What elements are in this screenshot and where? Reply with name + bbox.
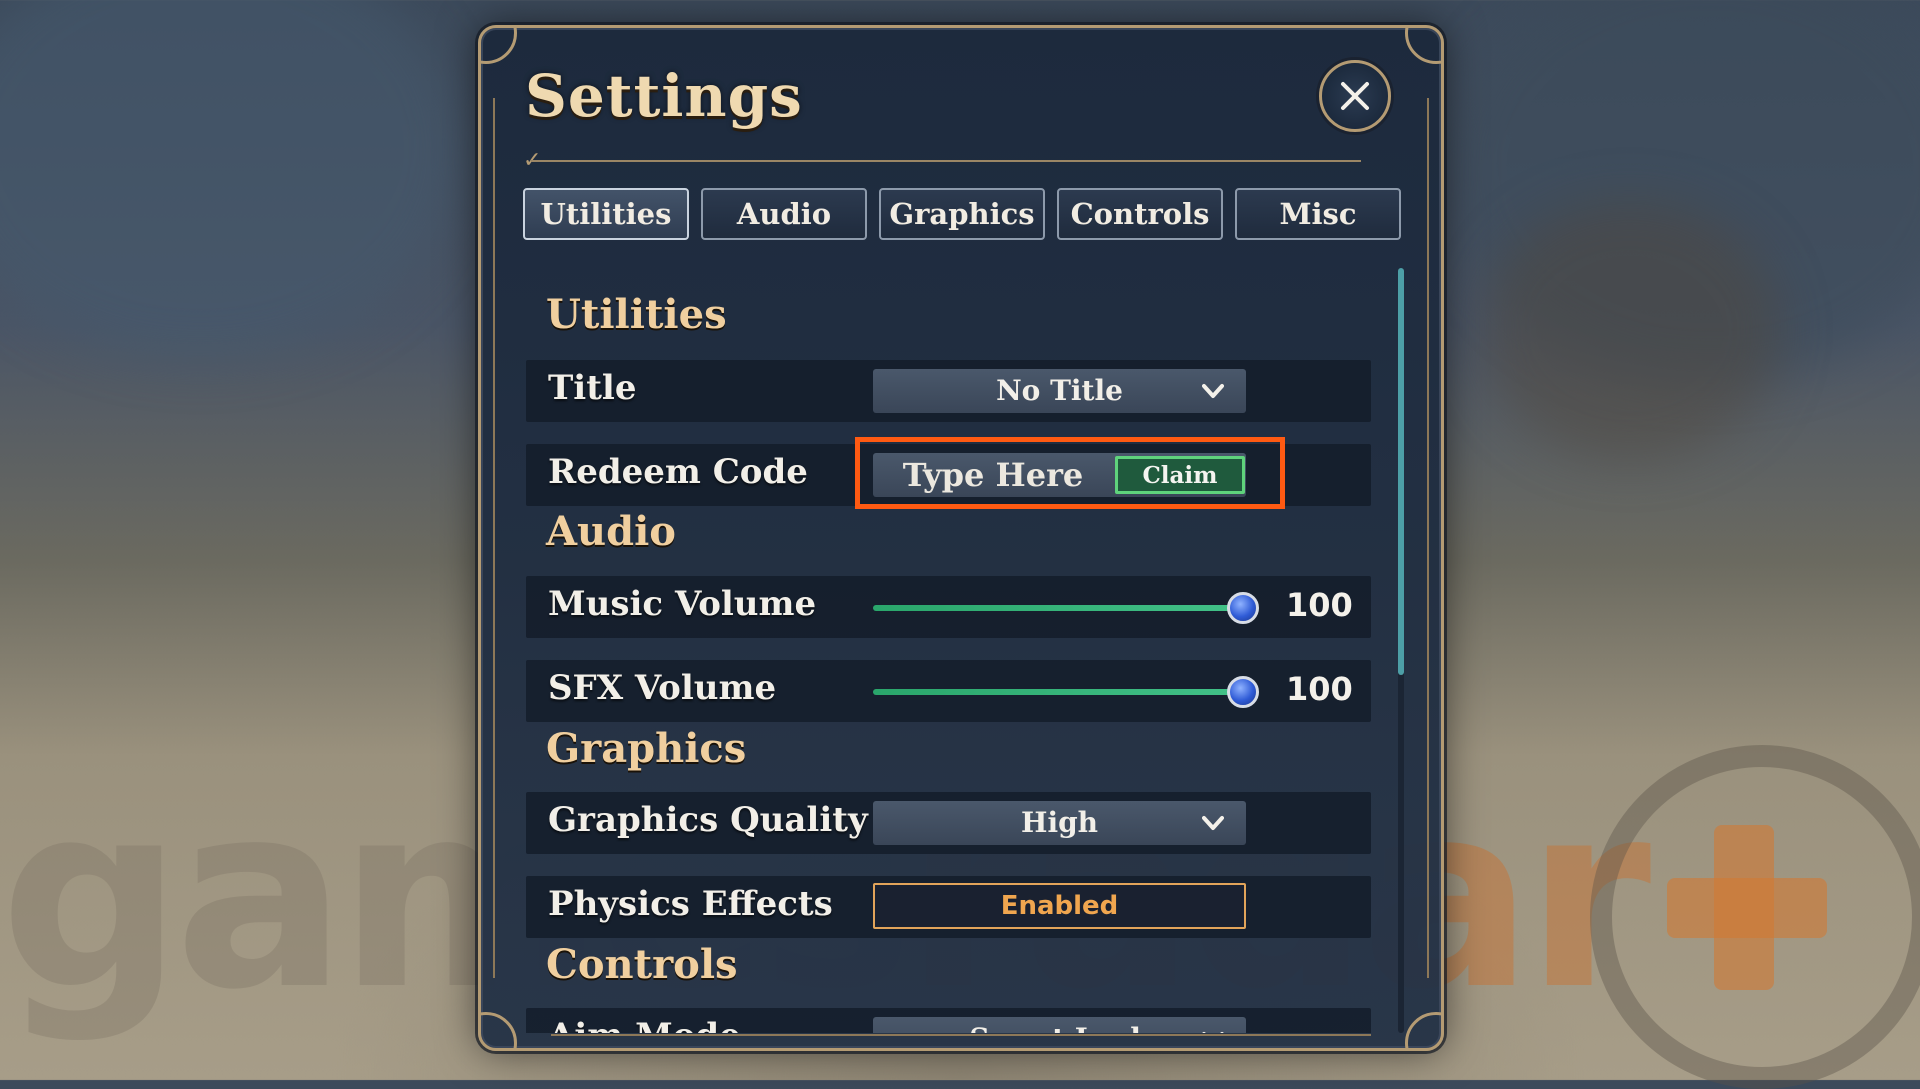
setting-row-sfx-volume: SFX Volume 100 bbox=[526, 660, 1371, 722]
settings-list[interactable]: Utilities Title No Title Redeem Code Cla… bbox=[526, 268, 1386, 1033]
setting-label: Aim Mode bbox=[548, 1016, 741, 1033]
title-dropdown[interactable]: No Title bbox=[873, 369, 1246, 413]
tab-controls[interactable]: Controls bbox=[1057, 188, 1223, 240]
dropdown-value: High bbox=[1020, 806, 1099, 839]
frame-line bbox=[493, 98, 495, 978]
tab-bar: Utilities Audio Graphics Controls Misc bbox=[523, 188, 1401, 240]
slider-value: 100 bbox=[1286, 586, 1353, 624]
page-title: Settings bbox=[525, 62, 803, 130]
dropdown-value: No Title bbox=[996, 374, 1123, 407]
chevron-down-icon bbox=[1202, 384, 1224, 398]
chevron-down-icon bbox=[1202, 816, 1224, 830]
music-volume-slider[interactable] bbox=[873, 605, 1243, 611]
setting-row-redeem-code: Redeem Code Claim bbox=[526, 437, 1371, 509]
setting-label: Graphics Quality bbox=[548, 800, 868, 840]
setting-label: SFX Volume bbox=[548, 668, 777, 708]
slider-value: 100 bbox=[1286, 670, 1353, 708]
tab-graphics[interactable]: Graphics bbox=[879, 188, 1045, 240]
setting-row-physics-effects: Physics Effects Enabled bbox=[526, 876, 1371, 938]
background-blur bbox=[0, 0, 460, 360]
tab-audio[interactable]: Audio bbox=[701, 188, 867, 240]
corner-ornament bbox=[1405, 28, 1441, 64]
section-heading-controls: Controls bbox=[546, 941, 738, 988]
close-button[interactable] bbox=[1319, 60, 1391, 132]
setting-row-graphics-quality: Graphics Quality High bbox=[526, 792, 1371, 854]
aim-mode-dropdown[interactable]: Smart Lock bbox=[873, 1017, 1246, 1033]
scrollbar-thumb[interactable] bbox=[1398, 268, 1404, 675]
tab-utilities[interactable]: Utilities bbox=[523, 188, 689, 240]
setting-label: Title bbox=[548, 368, 637, 408]
section-heading-graphics: Graphics bbox=[546, 725, 747, 772]
setting-label: Physics Effects bbox=[548, 884, 833, 924]
slider-knob[interactable] bbox=[1227, 592, 1259, 624]
graphics-quality-dropdown[interactable]: High bbox=[873, 801, 1246, 845]
highlight-box bbox=[855, 437, 1285, 509]
setting-row-title: Title No Title bbox=[526, 360, 1371, 422]
sfx-volume-slider[interactable] bbox=[873, 689, 1243, 695]
frame-line bbox=[1427, 98, 1429, 978]
watermark-plus-icon bbox=[1667, 878, 1827, 938]
physics-effects-toggle[interactable]: Enabled bbox=[873, 883, 1246, 929]
chevron-down-icon bbox=[1202, 1032, 1224, 1033]
setting-label: Redeem Code bbox=[548, 452, 808, 492]
close-icon bbox=[1341, 82, 1369, 110]
section-heading-audio: Audio bbox=[546, 508, 676, 555]
settings-panel: Settings ✓ Utilities Audio Graphics Cont… bbox=[478, 25, 1444, 1051]
slider-knob[interactable] bbox=[1227, 676, 1259, 708]
setting-row-aim-mode: Aim Mode Smart Lock bbox=[526, 1008, 1371, 1033]
title-divider bbox=[531, 160, 1361, 162]
corner-ornament bbox=[1405, 1012, 1441, 1048]
frame-line bbox=[551, 1034, 1371, 1036]
corner-ornament bbox=[481, 28, 517, 64]
setting-row-music-volume: Music Volume 100 bbox=[526, 576, 1371, 638]
corner-ornament bbox=[481, 1012, 517, 1048]
dropdown-value: Smart Lock bbox=[873, 1022, 1246, 1033]
background-blur bbox=[1480, 200, 1780, 460]
section-heading-utilities: Utilities bbox=[546, 291, 727, 338]
setting-label: Music Volume bbox=[548, 584, 817, 624]
tab-misc[interactable]: Misc bbox=[1235, 188, 1401, 240]
